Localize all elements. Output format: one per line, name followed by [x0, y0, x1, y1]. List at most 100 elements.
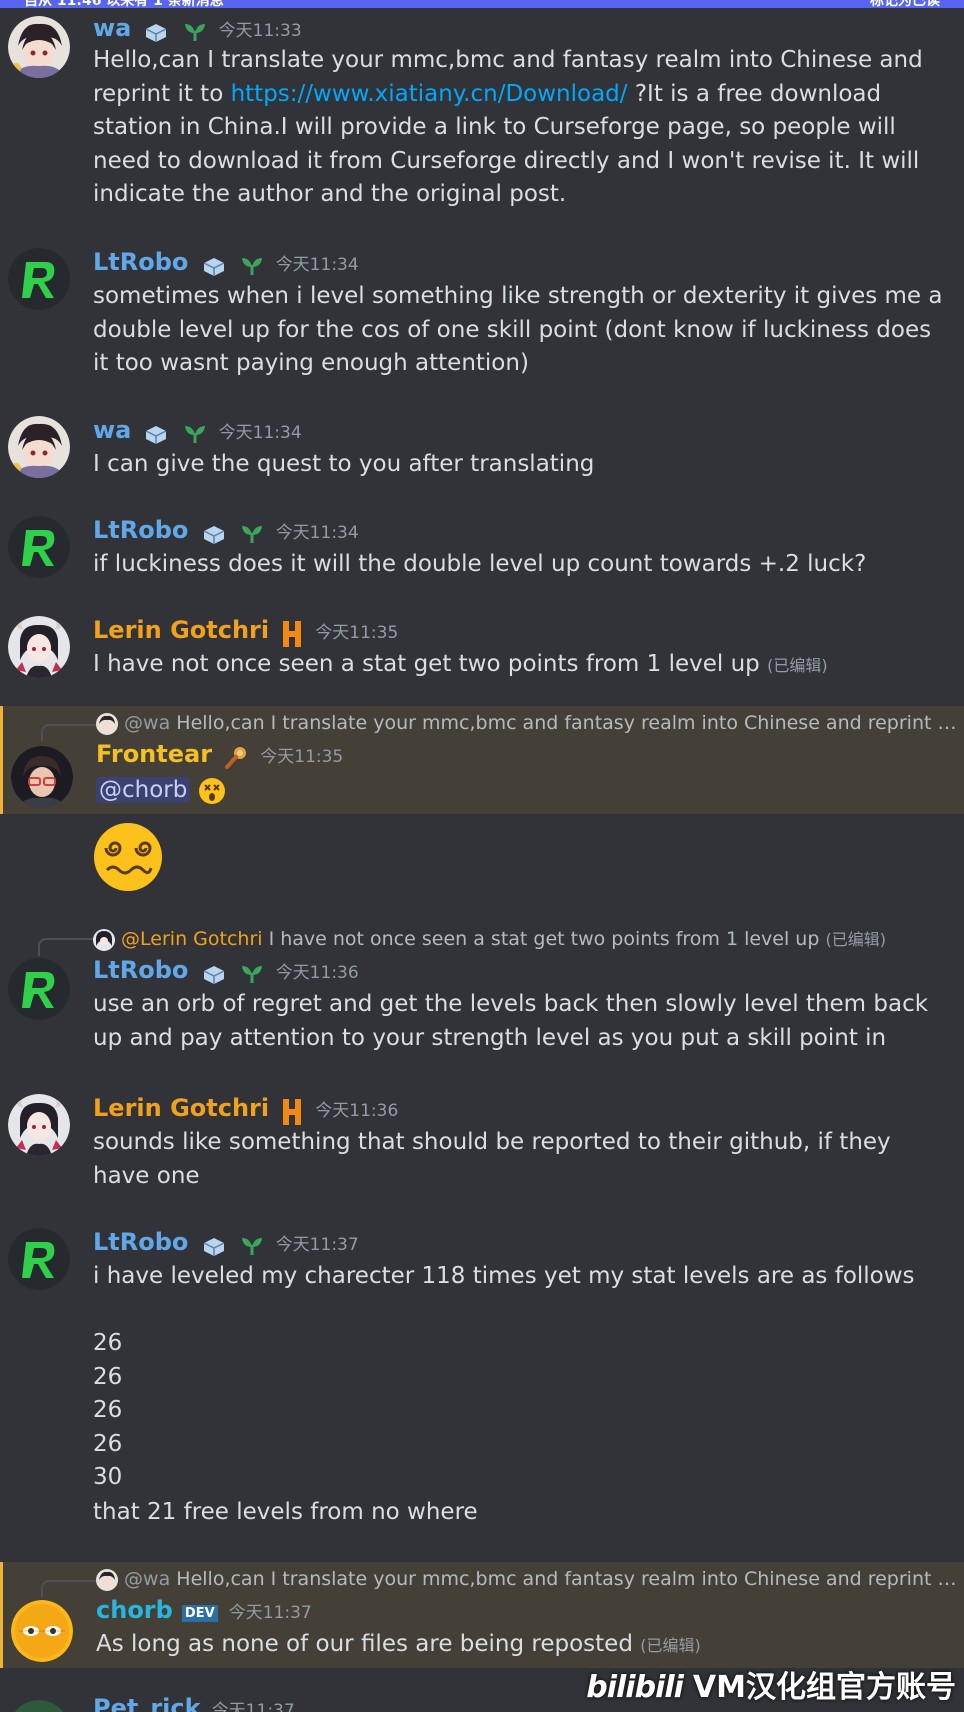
avatar-ltrobo[interactable]	[8, 516, 70, 578]
watermark: bilibili VM汉化组官方账号	[586, 1662, 956, 1706]
role-cube-icon	[203, 257, 224, 276]
username-frontear[interactable]: Frontear	[96, 740, 212, 768]
sprout-icon	[241, 965, 262, 983]
username-ltrobo[interactable]: LtRobo	[93, 1228, 188, 1256]
username-wa[interactable]: wa	[93, 416, 131, 444]
message: wa 今天11:34 I can give the quest to you a…	[0, 412, 964, 488]
timestamp: 今天11:34	[218, 423, 302, 443]
reply-text: Hello,can I translate your mmc,bmc and f…	[176, 1568, 956, 1590]
reply-connector	[41, 1580, 97, 1598]
username-ltrobo[interactable]: LtRobo	[93, 248, 188, 276]
reply-text: I have not once seen a stat get two poin…	[268, 928, 820, 950]
microphone-icon	[225, 746, 247, 769]
username-wa[interactable]: wa	[93, 14, 131, 42]
message-text-continued: that 21 free levels from no where	[93, 1499, 478, 1525]
reply-mention[interactable]: @wa	[124, 1568, 170, 1590]
role-cube-icon	[203, 525, 224, 544]
timestamp: 今天11:35	[315, 623, 399, 643]
message-text: I can give the quest to you after transl…	[93, 451, 595, 477]
message: LtRobo 今天11:34 if luckiness does it will…	[0, 512, 964, 588]
avatar-chorb[interactable]	[11, 1600, 73, 1662]
message-content: I have not once seen a stat get two poin…	[93, 648, 948, 683]
timestamp: 今天11:37	[275, 1235, 359, 1255]
reply-preview[interactable]: @wa Hello,can I translate your mmc,bmc a…	[96, 1568, 956, 1591]
message: wa 今天11:33 Hello,can I translate your mm…	[0, 10, 964, 207]
message-text: As long as none of our files are being r…	[96, 1631, 633, 1657]
username-ltrobo[interactable]: LtRobo	[93, 956, 188, 984]
message: @Lerin Gotchri I have not once seen a st…	[0, 922, 964, 1062]
message-content: @chorb	[96, 774, 948, 808]
avatar-wa[interactable]	[8, 416, 70, 478]
reply-mention[interactable]: @Lerin Gotchri	[121, 928, 263, 950]
timestamp: 今天11:37	[228, 1603, 312, 1623]
reply-preview[interactable]: @wa Hello,can I translate your mmc,bmc a…	[96, 712, 956, 735]
avatar-ltrobo[interactable]	[8, 248, 70, 310]
big-emoji	[93, 822, 163, 896]
message: LtRobo 今天11:37 i have leveled my charect…	[0, 1224, 964, 1525]
username-pet-rick[interactable]: Pet_rick	[93, 1694, 201, 1712]
message-highlighted: @wa Hello,can I translate your mmc,bmc a…	[0, 706, 964, 814]
role-cube-icon	[146, 23, 167, 42]
avatar-lerin-gotchri[interactable]	[8, 1094, 70, 1156]
reply-avatar-icon	[96, 712, 118, 735]
reply-connector	[38, 938, 94, 956]
timestamp: 今天11:36	[275, 963, 359, 983]
reply-avatar-icon	[93, 928, 115, 951]
message-highlighted: @wa Hello,can I translate your mmc,bmc a…	[0, 1562, 964, 1668]
message: Lerin Gotchri 今天11:36 sounds like someth…	[0, 1090, 964, 1200]
message-content: As long as none of our files are being r…	[96, 1628, 948, 1663]
username-ltrobo[interactable]: LtRobo	[93, 516, 188, 544]
sprout-icon	[241, 257, 262, 275]
timestamp: 今天11:34	[275, 255, 359, 275]
reply-connector	[41, 724, 97, 742]
avatar-pet-rick[interactable]	[8, 1700, 70, 1712]
username-chorb[interactable]: chorb	[96, 1596, 173, 1624]
message: LtRobo 今天11:34 sometimes when i level so…	[0, 244, 964, 376]
sprout-icon	[184, 425, 205, 443]
role-cube-icon	[146, 425, 167, 444]
message-text: if luckiness does it will the double lev…	[93, 551, 867, 577]
edited-tag: (已编辑)	[767, 656, 828, 675]
sprout-icon	[241, 1237, 262, 1255]
sprout-icon	[241, 525, 262, 543]
edited-tag: (已编辑)	[825, 930, 886, 949]
timestamp: 今天11:33	[218, 21, 302, 41]
reply-preview[interactable]: @Lerin Gotchri I have not once seen a st…	[93, 926, 956, 951]
message-text: use an orb of regret and get the levels …	[93, 991, 936, 1051]
reply-text: Hello,can I translate your mmc,bmc and f…	[176, 712, 956, 734]
new-messages-text: 自从 11:46 以来有 1 条新消息	[24, 0, 224, 9]
role-h-icon	[283, 620, 302, 647]
reply-avatar-icon	[96, 1568, 118, 1591]
message-text: i have leveled my charecter 118 times ye…	[93, 1263, 915, 1490]
timestamp: 今天11:37	[211, 1701, 295, 1712]
role-cube-icon	[203, 965, 224, 984]
timestamp: 今天11:35	[260, 747, 344, 767]
message-text: sometimes when i level something like st…	[93, 283, 950, 376]
timestamp: 今天11:36	[315, 1101, 399, 1121]
download-link[interactable]: https://www.xiatiany.cn/Download/	[231, 81, 628, 107]
message-content: Hello,can I translate your mmc,bmc and f…	[93, 44, 948, 212]
avatar-ltrobo[interactable]	[8, 958, 70, 1020]
timestamp: 今天11:34	[275, 523, 359, 543]
username-lerin-gotchri[interactable]: Lerin Gotchri	[93, 1094, 269, 1122]
mark-as-read-button[interactable]: 标记为已读	[870, 0, 940, 10]
woozy-face-emoji-icon	[94, 823, 162, 891]
message-text: I have not once seen a stat get two poin…	[93, 651, 760, 677]
role-cube-icon	[203, 1237, 224, 1256]
sprout-icon	[184, 23, 205, 41]
dev-badge: DEV	[181, 1605, 218, 1622]
avatar-wa[interactable]	[8, 16, 70, 78]
message-text: sounds like something that should be rep…	[93, 1129, 898, 1189]
watermark-account: VM汉化组官方账号	[692, 1670, 956, 1705]
user-mention[interactable]: @chorb	[96, 777, 191, 803]
avatar-ltrobo[interactable]	[8, 1228, 70, 1290]
reply-mention[interactable]: @wa	[124, 712, 170, 734]
avatar-lerin-gotchri[interactable]	[8, 616, 70, 678]
bilibili-logo: bilibili	[586, 1670, 684, 1705]
dizzy-face-emoji-icon	[198, 777, 225, 804]
new-messages-banner[interactable]: 自从 11:46 以来有 1 条新消息 标记为已读	[0, 0, 964, 10]
role-h-icon	[283, 1098, 302, 1125]
avatar-frontear[interactable]	[11, 746, 73, 808]
username-lerin-gotchri[interactable]: Lerin Gotchri	[93, 616, 269, 644]
message: Lerin Gotchri 今天11:35 I have not once se…	[0, 612, 964, 688]
